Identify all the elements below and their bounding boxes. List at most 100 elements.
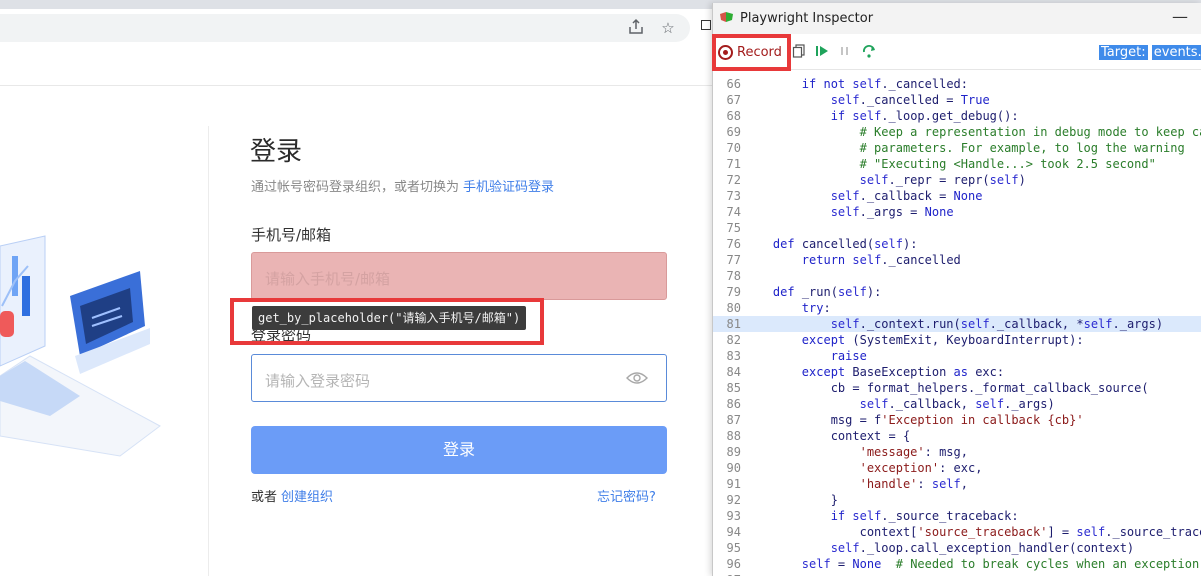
decorative-illustration	[0, 235, 161, 457]
line-number: 92	[726, 493, 741, 507]
password-input[interactable]: 请输入登录密码	[251, 354, 667, 402]
code-text: cb = format_helpers._format_callback_sou…	[744, 381, 1149, 395]
resume-icon[interactable]	[814, 44, 830, 60]
code-line: 86 self._callback, self._args)	[713, 396, 1201, 412]
code-line: 91 'handle': self,	[713, 476, 1201, 492]
login-title: 登录	[250, 137, 303, 167]
or-line: 或者 创建组织	[251, 486, 333, 505]
target-value: events.p	[1151, 45, 1201, 60]
line-number: 66	[726, 77, 741, 91]
code-text: }	[744, 493, 838, 507]
line-number: 90	[726, 461, 741, 475]
code-text: # parameters. For example, to log the wa…	[859, 141, 1185, 155]
target-selector[interactable]: Target: events.p	[1099, 45, 1201, 60]
password-placeholder: 请输入登录密码	[265, 372, 371, 390]
code-text: except BaseException as exc:	[801, 365, 1005, 379]
code-line: 71 # "Executing <Handle...> took 2.5 sec…	[713, 156, 1201, 172]
line-number: 67	[726, 93, 741, 107]
code-line: 70 # parameters. For example, to log the…	[713, 140, 1201, 156]
code-line: 89 'message': msg,	[713, 444, 1201, 460]
code-line: 79 def _run(self):	[713, 284, 1201, 300]
code-line: 96 self = None # Needed to break cycles …	[713, 556, 1201, 572]
code-line: 75	[713, 220, 1201, 236]
sms-login-link[interactable]: 手机验证码登录	[463, 180, 554, 195]
line-number: 72	[726, 173, 741, 187]
code-line: 90 'exception': exc,	[713, 460, 1201, 476]
line-number: 84	[726, 365, 741, 379]
code-line: 95 self._loop.call_exception_handler(con…	[713, 540, 1201, 556]
code-line: 93 if self._source_traceback:	[713, 508, 1201, 524]
line-number: 96	[726, 557, 741, 571]
line-number: 81	[726, 317, 741, 331]
tooltip-highlight-box	[230, 298, 544, 345]
line-number: 74	[726, 205, 741, 219]
line-number: 80	[726, 301, 741, 315]
create-org-link[interactable]: 创建组织	[281, 490, 333, 505]
address-bar[interactable]	[0, 14, 690, 42]
login-subtitle: 通过帐号密码登录组织，或者切换为 手机验证码登录	[251, 176, 554, 195]
line-number: 73	[726, 189, 741, 203]
line-number: 87	[726, 413, 741, 427]
playwright-logo-icon	[720, 12, 733, 22]
step-over-icon[interactable]	[861, 44, 877, 60]
share-icon[interactable]	[626, 18, 646, 38]
code-text: msg = f'Exception in callback {cb}'	[744, 413, 1084, 427]
code-line: 69 # Keep a representation in debug mode…	[713, 124, 1201, 140]
show-password-eye-icon[interactable]	[626, 371, 648, 385]
code-text: context = {	[744, 429, 911, 443]
pause-icon[interactable]	[837, 44, 853, 60]
code-line: 67 self._cancelled = True	[713, 92, 1201, 108]
code-text: if not self._cancelled:	[801, 77, 969, 91]
code-text: return self._cancelled	[801, 253, 961, 267]
line-number: 97	[713, 572, 741, 576]
minimize-icon[interactable]: —	[1172, 7, 1188, 26]
code-line: 78	[713, 268, 1201, 284]
line-number: 95	[726, 541, 741, 555]
line-number: 71	[726, 157, 741, 171]
line-number: 83	[726, 349, 741, 363]
copy-icon[interactable]	[791, 44, 807, 60]
line-number: 88	[726, 429, 741, 443]
playwright-inspector-window: Playwright Inspector — Record Target: ev…	[712, 3, 1201, 576]
line-number: 77	[726, 253, 741, 267]
line-number: 85	[726, 381, 741, 395]
code-text: 'handle': self,	[859, 477, 968, 491]
source-code-viewer[interactable]: 66 if not self._cancelled: 67 self._cance…	[713, 70, 1201, 576]
login-submit-button[interactable]: 登录	[251, 426, 667, 474]
code-line: 74 self._args = None	[713, 204, 1201, 220]
code-line: 92 }	[713, 492, 1201, 508]
code-text: self._callback = None	[830, 189, 983, 203]
line-number: 89	[726, 445, 741, 459]
code-text: except (SystemExit, KeyboardInterrupt):	[801, 333, 1084, 347]
code-text: raise	[830, 349, 867, 363]
target-label: Target:	[1099, 45, 1148, 60]
forgot-password-link[interactable]: 忘记密码?	[597, 486, 656, 505]
code-line: 83 raise	[713, 348, 1201, 364]
line-number: 79	[726, 285, 741, 299]
line-number: 69	[726, 125, 741, 139]
code-text: def cancelled(self):	[772, 237, 918, 251]
code-text: def _run(self):	[772, 285, 882, 299]
line-number: 70	[726, 141, 741, 155]
code-line: 87 msg = f'Exception in callback {cb}'	[713, 412, 1201, 428]
or-text: 或者	[251, 490, 278, 505]
code-line: 97	[713, 572, 1201, 576]
phone-label: 手机号/邮箱	[251, 226, 332, 244]
code-text: self._callback, self._args)	[859, 397, 1055, 411]
code-line: 88 context = {	[713, 428, 1201, 444]
line-number: 78	[726, 269, 741, 283]
code-line: 66 if not self._cancelled:	[713, 76, 1201, 92]
code-text: context['source_traceback'] = self._sour…	[744, 525, 1201, 539]
code-line: 80 try:	[713, 300, 1201, 316]
line-number: 75	[726, 221, 741, 235]
phone-placeholder: 请输入手机号/邮箱	[265, 270, 391, 288]
bookmark-star-icon[interactable]: ☆	[658, 18, 678, 38]
code-line: 81 self._context.run(self._callback, *se…	[713, 316, 1201, 332]
code-line: 76 def cancelled(self):	[713, 236, 1201, 252]
phone-email-input[interactable]: 请输入手机号/邮箱	[251, 252, 667, 300]
code-text: 'message': msg,	[859, 445, 968, 459]
code-text: 'exception': exc,	[859, 461, 983, 475]
code-line: 77 return self._cancelled	[713, 252, 1201, 268]
window-restore-icon[interactable]	[701, 20, 711, 30]
code-text: self._repr = repr(self)	[859, 173, 1026, 187]
